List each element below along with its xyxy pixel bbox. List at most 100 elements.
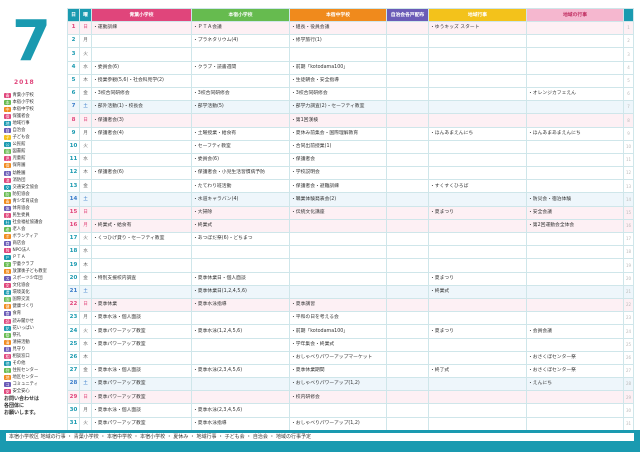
event-motojuku-elem: ・夏季休業日・個人面談 bbox=[191, 271, 290, 286]
legend-label: 祭礼 bbox=[12, 332, 22, 338]
event-community bbox=[428, 258, 527, 273]
day-number-right: 25 bbox=[623, 337, 634, 352]
event-motojuku-jr: ・職業体験発表会(2) bbox=[289, 192, 387, 207]
event-local bbox=[526, 113, 624, 128]
day-number: 15 bbox=[67, 205, 80, 220]
year-label: 2018 bbox=[14, 79, 35, 86]
day-number-right: 31 bbox=[623, 416, 634, 431]
day-number: 17 bbox=[67, 231, 80, 247]
day-number-right: 4 bbox=[623, 60, 634, 75]
day-number-right: 27 bbox=[623, 363, 634, 379]
legend-badge: 保 bbox=[4, 114, 11, 120]
day-weekday: 月 bbox=[79, 34, 92, 49]
legend-label: 青少年育成会 bbox=[12, 198, 39, 204]
legend-badge: 相 bbox=[4, 353, 11, 359]
day-weekday: 日 bbox=[79, 297, 92, 313]
event-motojuku-jr: ・おしゃべりパワーアップ(1,2) bbox=[289, 377, 387, 392]
day-weekday: 土 bbox=[79, 284, 92, 299]
event-jichikai bbox=[386, 139, 429, 154]
event-motojuku-elem bbox=[191, 245, 290, 260]
event-jichikai bbox=[386, 297, 429, 313]
legend-item: 図図書館 bbox=[4, 148, 66, 155]
event-local: ・おさくぼセンター祭 bbox=[526, 363, 624, 379]
event-motojuku-jr: ・夏季休業期間 bbox=[289, 363, 387, 379]
day-row: 26 木・おしゃべりパワーアップマーケット ・おさくぼセンター祭 26 bbox=[67, 350, 634, 365]
day-weekday: 火 bbox=[79, 139, 92, 154]
legend-label: 自治会 bbox=[12, 128, 26, 134]
day-weekday: 火 bbox=[79, 47, 92, 62]
event-community bbox=[428, 139, 527, 154]
event-local: ・ほんあまあまえんにち bbox=[526, 126, 624, 141]
event-aoba: ・運動訓練 bbox=[91, 20, 192, 36]
day-number-right: 26 bbox=[623, 350, 634, 365]
event-aoba: ・夏季休業 bbox=[91, 297, 192, 313]
event-aoba: ・夏季パワーアップ教室 bbox=[91, 416, 192, 431]
legend-label: 交通安全協会 bbox=[12, 184, 39, 190]
event-community bbox=[428, 47, 527, 62]
day-number-right: 13 bbox=[623, 179, 634, 194]
event-community bbox=[428, 377, 527, 392]
legend-badge: 学 bbox=[4, 262, 11, 268]
day-weekday: 日 bbox=[79, 20, 92, 36]
legend-label: 保育園 bbox=[12, 163, 26, 169]
legend-item: 放放課後子ども教室 bbox=[4, 268, 66, 275]
col-header-aoba: 青葉小学校 bbox=[91, 8, 192, 22]
legend-badge: 本 bbox=[4, 100, 11, 106]
event-jichikai bbox=[386, 113, 429, 128]
event-aoba: ・夏季パワーアップ教室 bbox=[91, 337, 192, 352]
event-aoba: ・くつひげ貸り・セーフティ教室 bbox=[91, 231, 192, 247]
event-motojuku-jr: ・保護者会 bbox=[289, 152, 387, 168]
event-local bbox=[526, 47, 624, 62]
day-weekday: 月 bbox=[79, 218, 92, 234]
legend-item: 青青少年育成会 bbox=[4, 198, 66, 205]
event-aoba: ・終業式・給食有 bbox=[91, 218, 192, 234]
event-motojuku-jr: ・平和の日を考える会 bbox=[289, 311, 387, 326]
event-local bbox=[526, 416, 624, 431]
legend-label: 国際交流 bbox=[12, 297, 30, 303]
legend-label: 安全安心 bbox=[12, 388, 30, 394]
legend-badge: Ｐ bbox=[4, 255, 11, 261]
event-motojuku-elem: ・水道キャラバン(4) bbox=[191, 192, 290, 207]
event-motojuku-jr: ・修学旅行(1) bbox=[289, 34, 387, 49]
day-row: 25 水・夏季パワーアップ教室 ・学年集会・終業式 25 bbox=[67, 337, 634, 352]
day-number-right: 8 bbox=[623, 113, 634, 128]
event-motojuku-jr bbox=[289, 403, 387, 418]
day-row: 13 金・たてわり班活動 ・保護者会・避難訓練 ・すくすくひろば 13 bbox=[67, 179, 634, 194]
event-motojuku-jr: ・3校合同研修会 bbox=[289, 86, 387, 102]
event-jichikai bbox=[386, 324, 429, 339]
event-motojuku-jr bbox=[289, 271, 387, 286]
legend-badge: 子 bbox=[4, 135, 11, 141]
legend-label: 児童館 bbox=[12, 156, 26, 162]
event-local bbox=[526, 245, 624, 260]
event-community bbox=[428, 152, 527, 168]
legend-badge: 消 bbox=[4, 177, 11, 183]
legend-item: 防防犯協会 bbox=[4, 191, 66, 198]
event-community bbox=[428, 73, 527, 88]
legend-label: 読み聞かせ bbox=[12, 318, 34, 324]
event-local: ・防災会・宿泊体験 bbox=[526, 192, 624, 207]
day-number: 25 bbox=[67, 337, 80, 352]
legend-label: 子ども会 bbox=[12, 135, 30, 141]
event-motojuku-elem: ・3校合同研修会 bbox=[191, 86, 290, 102]
event-community: ・終業式 bbox=[428, 284, 527, 299]
day-row: 17 火・くつひげ貸り・セーフティ教室 ・あつぼだ祭(6)・どちまつ 17 bbox=[67, 231, 634, 247]
event-local bbox=[526, 311, 624, 326]
event-motojuku-jr: ・校内研修会 bbox=[289, 390, 387, 405]
event-motojuku-elem: ・セーフティ教室 bbox=[191, 139, 290, 154]
day-weekday: 土 bbox=[79, 377, 92, 392]
day-number-right: 3 bbox=[623, 47, 634, 62]
event-aoba: ・保護者会(6) bbox=[91, 166, 192, 181]
day-number: 21 bbox=[67, 284, 80, 299]
event-community bbox=[428, 231, 527, 247]
event-local: ・第2回運動会全体会 bbox=[526, 218, 624, 234]
legend-badge: 国 bbox=[4, 297, 11, 303]
event-jichikai bbox=[386, 100, 429, 115]
event-motojuku-jr: ・保護者会・避難訓練 bbox=[289, 179, 387, 194]
day-weekday: 日 bbox=[79, 390, 92, 405]
event-motojuku-elem: ・クラブ・読書週間 bbox=[191, 60, 290, 75]
event-jichikai bbox=[386, 218, 429, 234]
contact-line: お問い合わせは bbox=[4, 396, 40, 402]
day-number-right: 14 bbox=[623, 192, 634, 207]
day-number: 29 bbox=[67, 390, 80, 405]
event-motojuku-elem bbox=[191, 337, 290, 352]
